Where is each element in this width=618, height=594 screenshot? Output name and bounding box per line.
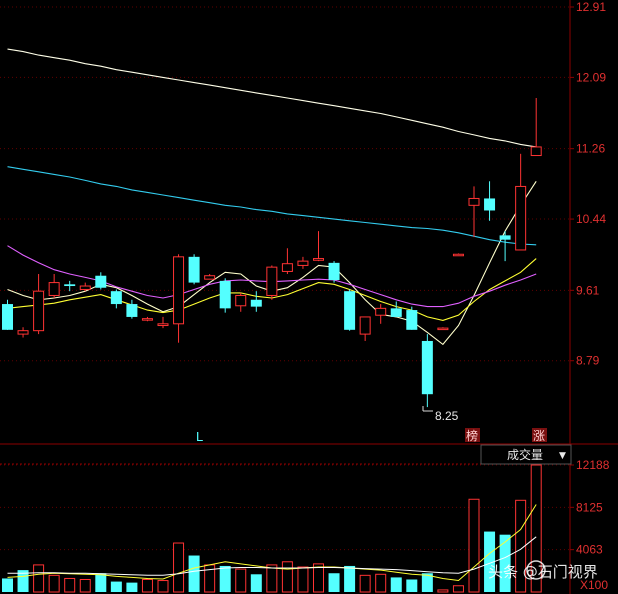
candle-body-down [126,304,138,317]
volume-bar-down [2,578,13,592]
volume-tick-label: 8125 [576,500,603,514]
volume-bar-down [406,579,418,592]
axis-ticks: 12.91 12.09 11.26 10.44 9.61 8.79 12188 8125 406… [570,0,610,557]
candle-body-down [390,308,402,317]
price-ma-line [7,181,537,346]
volume-bar-up [297,566,309,593]
candle-body-up [515,185,527,251]
candle-body-up [530,146,542,157]
volume-bar-down [250,574,262,592]
volume-bar-up [33,564,45,593]
candle-body-up [204,275,216,280]
volume-bar-up [48,574,60,593]
low-price-label: 8.25 [435,409,459,423]
volume-bar-up [173,542,185,593]
marker-l: L [196,429,203,444]
candle-body-up [313,258,324,261]
price-ma-line [7,48,537,148]
candle-body-down [95,275,107,288]
volume-bar-down [344,565,356,592]
volume-bar-down [95,573,107,592]
candle-body-down [499,235,511,240]
badge-bang: 榜 [466,428,478,443]
volume-bar-up [79,578,91,593]
price-ma-line [7,166,537,246]
candle-body-down [110,291,122,305]
price-tick-label: 8.79 [576,354,600,368]
candle-body-up [468,197,480,206]
volume-indicator-dropdown[interactable]: 成交量 ▼ [480,444,572,465]
candle-body-up [266,266,278,296]
candle-body-up [173,256,185,325]
candle-body-down [64,284,76,287]
volume-bar-up [157,580,169,593]
candle-body-up [375,307,387,316]
volume-tick-label: 4063 [576,543,603,557]
volume-bar-up [452,585,464,593]
volume-bar-up [64,577,76,593]
price-tick-label: 10.44 [576,212,606,226]
volume-bar-up [437,589,449,593]
volume-bar-up [266,564,278,593]
volume-bar-up [375,573,387,593]
volume-bar-up [281,561,293,593]
candle-body-up [33,290,45,332]
volume-bar-down [188,555,200,592]
candle-body-up [79,285,91,290]
candle-body-up [17,330,29,335]
candle-body-down [406,310,418,330]
price-tick-label: 9.61 [576,283,600,297]
candle-body-up [235,294,247,307]
candle-body-up [141,318,153,321]
candle-body-up [281,263,293,272]
candle-body-up [359,316,371,335]
candle-body-down [484,198,496,211]
candle-body-up [452,253,464,257]
price-moving-averages [7,48,537,346]
volume-bar-down [390,577,402,592]
volume-bar-up [235,568,247,593]
volume-bar-up [141,578,153,593]
candle-body-up [297,260,309,266]
volume-tick-label: 12188 [576,458,610,472]
volume-dropdown-label: 成交量 [507,447,543,462]
watermark-text: 头条 @石门视界 [488,563,598,581]
candle-body-down [2,304,13,330]
candle-body-up [157,323,169,327]
candle-body-down [328,262,340,281]
volume-bar-down [110,581,122,592]
stock-chart: 12.91 12.09 11.26 10.44 9.61 8.79 12188 8125 406… [0,0,618,594]
watermark: 头条 @石门视界 [488,560,598,581]
price-tick-label: 11.26 [576,142,605,156]
price-tick-label: 12.09 [576,70,606,84]
price-tick-label: 12.91 [576,0,606,14]
volume-bar-down [328,573,340,592]
candle-body-down [219,280,231,309]
volume-bar-down [126,582,138,592]
badge-zhang: 涨 [533,428,545,443]
candle-body-up [48,282,60,296]
candle-body-up [437,327,449,331]
candle-body-down [421,340,433,395]
candle-body-down [250,299,262,307]
volume-bar-down [219,565,231,592]
chevron-down-icon: ▼ [559,451,566,461]
candle-body-down [188,256,200,283]
volume-bar-up [468,498,480,593]
volume-bar-up [359,574,371,593]
candle-body-down [344,291,356,330]
